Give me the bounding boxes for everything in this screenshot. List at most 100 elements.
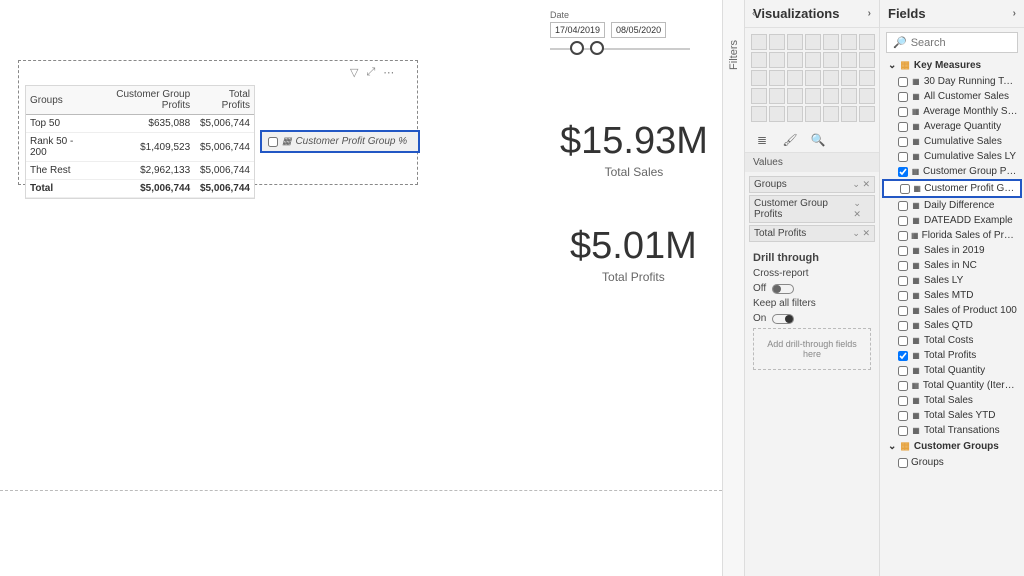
field-item[interactable]: ▦ 30 Day Running Total xyxy=(882,74,1022,89)
viz-type-icon[interactable] xyxy=(769,52,785,68)
field-item[interactable]: ▦ Total Sales YTD xyxy=(882,408,1022,423)
viz-type-icon[interactable] xyxy=(841,106,857,122)
viz-type-icon[interactable] xyxy=(823,34,839,50)
field-item[interactable]: ▦ Florida Sales of Product 2 ... xyxy=(882,228,1022,243)
field-item[interactable]: ▦ Total Sales xyxy=(882,393,1022,408)
table-row[interactable]: Top 50$635,088$5,006,744 xyxy=(26,115,254,133)
field-item[interactable]: ▦ Customer Group Profits xyxy=(882,164,1022,179)
viz-type-icon[interactable] xyxy=(751,34,767,50)
chevron-right-icon[interactable]: › xyxy=(1013,8,1016,19)
viz-type-icon[interactable] xyxy=(769,106,785,122)
viz-type-icon[interactable] xyxy=(823,106,839,122)
viz-type-icon[interactable] xyxy=(841,34,857,50)
table-row[interactable]: Rank 50 - 200$1,409,523$5,006,744 xyxy=(26,133,254,162)
field-checkbox[interactable] xyxy=(898,321,908,331)
viz-type-icon[interactable] xyxy=(751,70,767,86)
analytics-tab-icon[interactable]: 🔍 xyxy=(809,132,827,148)
date-to-input[interactable]: 08/05/2020 xyxy=(611,22,666,38)
viz-type-icon[interactable] xyxy=(823,52,839,68)
field-item[interactable]: ▦ Daily Difference xyxy=(882,198,1022,213)
field-checkbox[interactable] xyxy=(898,77,908,87)
field-item[interactable]: ▦ Cumulative Sales xyxy=(882,134,1022,149)
field-checkbox[interactable] xyxy=(898,276,908,286)
field-checkbox[interactable] xyxy=(898,167,908,177)
filter-icon[interactable]: ▽ xyxy=(350,66,358,79)
report-canvas[interactable]: ‹ Date 17/04/2019 08/05/2020 $15.93M Tot… xyxy=(0,0,722,576)
collapse-filters-icon[interactable]: ‹ xyxy=(752,8,755,19)
field-item[interactable]: Groups xyxy=(882,455,1022,470)
drill-through-dropzone[interactable]: Add drill-through fields here xyxy=(753,328,871,370)
viz-type-icon[interactable] xyxy=(823,70,839,86)
kpi-total-sales[interactable]: $15.93M Total Sales xyxy=(560,120,708,179)
field-well[interactable]: Groups⌄ ✕ xyxy=(749,176,875,193)
field-item[interactable]: ▦ Sales in NC xyxy=(882,258,1022,273)
col-header[interactable]: Groups xyxy=(26,86,91,115)
field-checkbox[interactable] xyxy=(898,366,908,376)
viz-type-icon[interactable] xyxy=(859,70,875,86)
field-well[interactable]: Customer Group Profits⌄ ✕ xyxy=(749,195,875,223)
slider-handle-left[interactable] xyxy=(570,41,584,55)
table-visual[interactable]: Groups Customer Group Profits Total Prof… xyxy=(25,85,255,199)
field-checkbox[interactable] xyxy=(898,201,908,211)
field-well[interactable]: Total Profits⌄ ✕ xyxy=(749,225,875,242)
format-tab-icon[interactable]: 🖌 xyxy=(781,132,799,148)
field-checkbox[interactable] xyxy=(898,396,908,406)
viz-type-icon[interactable] xyxy=(841,88,857,104)
field-item[interactable]: ▦ Customer Profit Group % xyxy=(882,179,1022,198)
viz-type-icon[interactable] xyxy=(805,106,821,122)
field-checkbox[interactable] xyxy=(898,411,908,421)
field-item[interactable]: ▦ Average Monthly Sales xyxy=(882,104,1022,119)
table-row[interactable]: The Rest$2,962,133$5,006,744 xyxy=(26,162,254,180)
keep-filters-toggle[interactable] xyxy=(772,314,794,324)
fields-tab-icon[interactable]: ≣ xyxy=(753,132,771,148)
search-input[interactable] xyxy=(911,37,1011,49)
viz-type-icon[interactable] xyxy=(805,70,821,86)
field-item[interactable]: ▦ Total Profits xyxy=(882,348,1022,363)
field-item[interactable]: ▦ Average Quantity xyxy=(882,119,1022,134)
viz-type-icon[interactable] xyxy=(787,52,803,68)
cross-report-toggle[interactable] xyxy=(772,284,794,294)
field-checkbox[interactable] xyxy=(898,306,908,316)
well-dropdown-icon[interactable]: ⌄ ✕ xyxy=(853,198,870,220)
field-item[interactable]: ▦ Total Quantity xyxy=(882,363,1022,378)
field-item[interactable]: ▦ Sales in 2019 xyxy=(882,243,1022,258)
field-checkbox[interactable] xyxy=(898,351,908,361)
field-checkbox[interactable] xyxy=(898,426,908,436)
field-checkbox[interactable] xyxy=(898,261,908,271)
field-item[interactable]: ▦ DATEADD Example xyxy=(882,213,1022,228)
field-checkbox[interactable] xyxy=(898,381,908,391)
viz-type-icon[interactable] xyxy=(787,70,803,86)
field-table-key-measures[interactable]: ⌄ ▦ Key Measures xyxy=(882,57,1022,74)
chevron-right-icon[interactable]: › xyxy=(868,8,871,19)
viz-type-icon[interactable] xyxy=(751,52,767,68)
viz-type-icon[interactable] xyxy=(751,88,767,104)
field-item[interactable]: ▦ Sales QTD xyxy=(882,318,1022,333)
viz-type-icon[interactable] xyxy=(751,106,767,122)
field-checkbox[interactable] xyxy=(898,246,908,256)
viz-type-icon[interactable] xyxy=(859,52,875,68)
field-item[interactable]: ▦ Total Quantity (Iteration) xyxy=(882,378,1022,393)
kpi-total-profits[interactable]: $5.01M Total Profits xyxy=(570,225,697,284)
slider-track[interactable] xyxy=(550,48,690,50)
viz-type-icon[interactable] xyxy=(859,34,875,50)
viz-type-icon[interactable] xyxy=(841,52,857,68)
field-item[interactable]: ▦ Cumulative Sales LY xyxy=(882,149,1022,164)
field-item[interactable]: ▦ All Customer Sales xyxy=(882,89,1022,104)
viz-type-icon[interactable] xyxy=(787,106,803,122)
field-item[interactable]: ▦ Sales LY xyxy=(882,273,1022,288)
viz-type-icon[interactable] xyxy=(805,88,821,104)
date-from-input[interactable]: 17/04/2019 xyxy=(550,22,605,38)
viz-type-icon[interactable] xyxy=(769,34,785,50)
viz-type-icon[interactable] xyxy=(787,34,803,50)
field-checkbox[interactable] xyxy=(898,231,908,241)
field-checkbox[interactable] xyxy=(898,122,908,132)
col-header[interactable]: Customer Group Profits xyxy=(91,86,194,115)
slider-handle-right[interactable] xyxy=(590,41,604,55)
field-item[interactable]: ▦ Sales MTD xyxy=(882,288,1022,303)
field-item[interactable]: ▦ Sales of Product 100 xyxy=(882,303,1022,318)
viz-type-icon[interactable] xyxy=(823,88,839,104)
date-slicer[interactable]: Date 17/04/2019 08/05/2020 xyxy=(550,10,720,50)
viz-type-icon[interactable] xyxy=(859,88,875,104)
field-checkbox[interactable] xyxy=(898,216,908,226)
filters-pane-collapsed[interactable]: Filters xyxy=(722,0,744,576)
